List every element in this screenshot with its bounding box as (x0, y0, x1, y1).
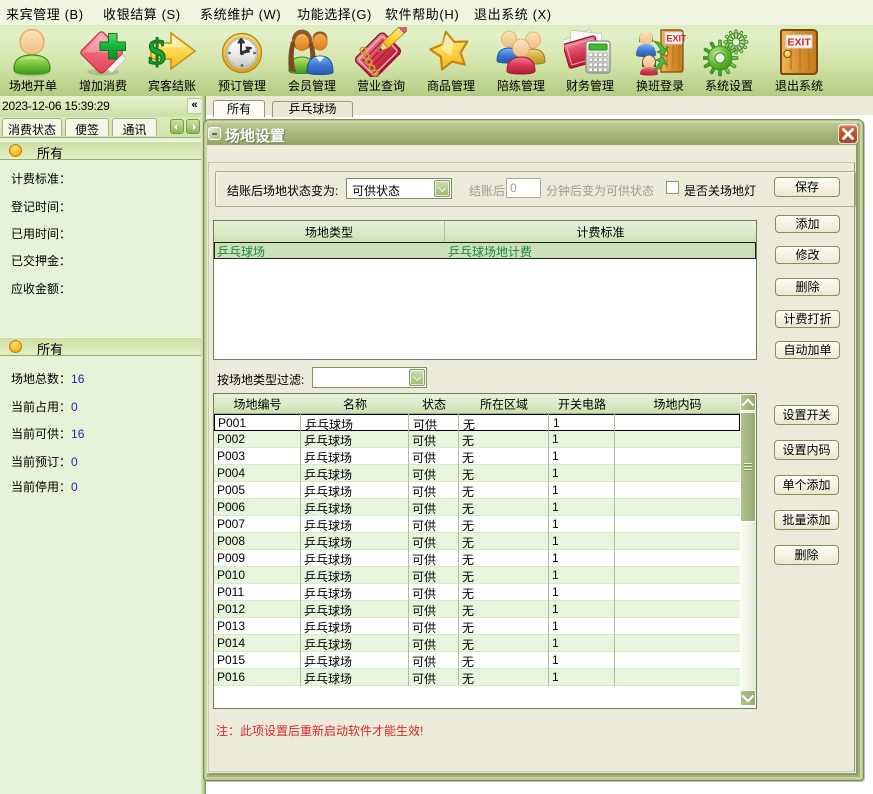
svg-text:$: $ (148, 32, 166, 72)
svg-text:EXIT: EXIT (667, 34, 687, 44)
svg-text:EXIT: EXIT (788, 37, 812, 49)
